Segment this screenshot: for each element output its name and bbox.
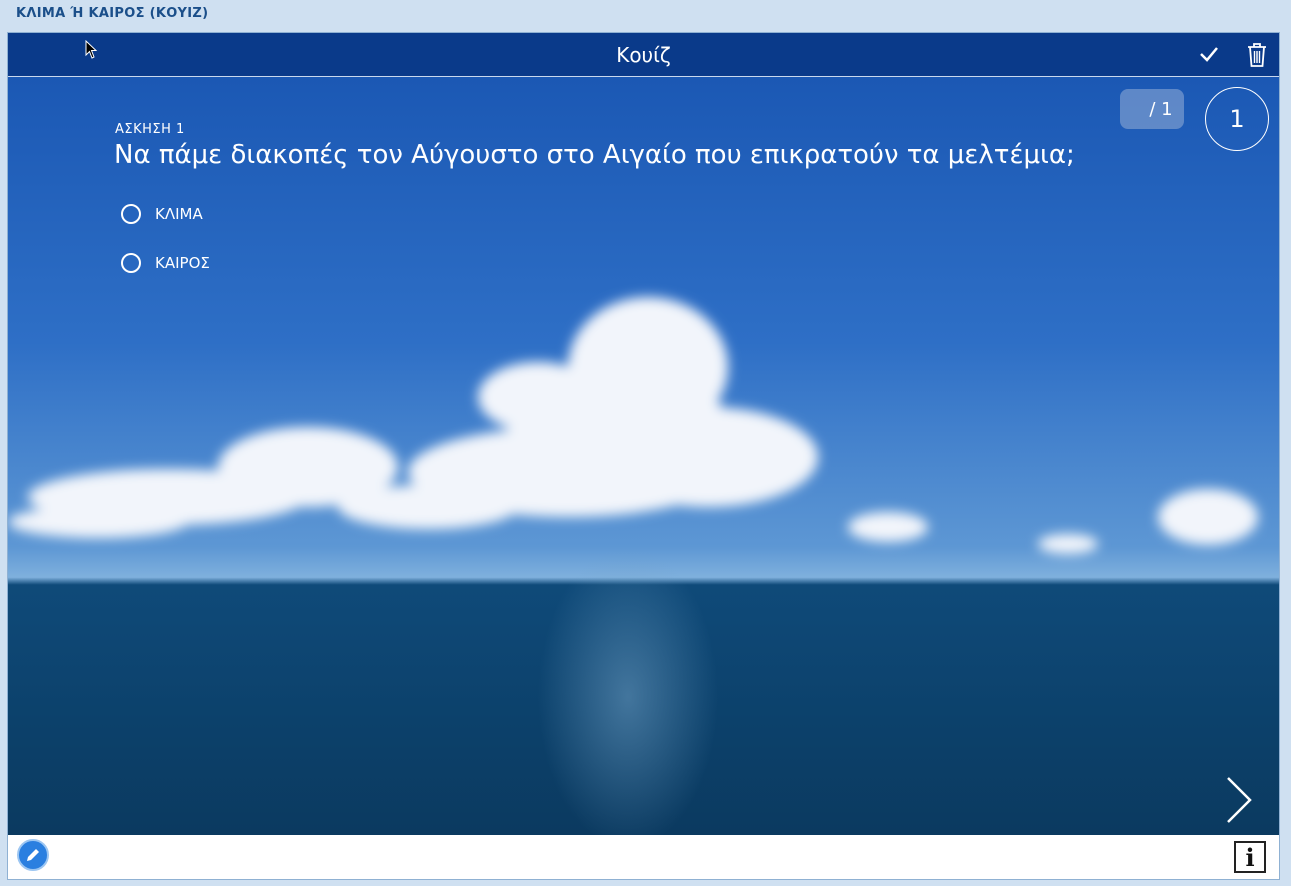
info-button[interactable]: i — [1234, 841, 1266, 873]
trash-icon — [1248, 43, 1266, 67]
quiz-stage: ΑΣΚΗΣΗ 1 Να πάμε διακοπές τον Αύγουστο σ… — [8, 77, 1279, 835]
window-title: ΚΛΙΜΑ Ή ΚΑΙΡΟΣ (ΚΟΥΙΖ) — [16, 6, 209, 21]
sky-sea-background — [8, 297, 1258, 835]
counter-text: / 1 — [1149, 98, 1173, 120]
radio-button[interactable] — [121, 204, 141, 224]
info-icon: i — [1245, 842, 1255, 872]
header-title: Κουίζ — [616, 43, 671, 67]
radio-button[interactable] — [121, 253, 141, 273]
mouse-cursor-icon — [85, 40, 98, 59]
check-button[interactable] — [1196, 41, 1222, 67]
quiz-frame: Κουίζ ΑΣΚΗΣΗ 1 Να πάμε διακοπές τον Αύγο… — [7, 32, 1280, 880]
check-icon — [1200, 47, 1218, 62]
quiz-footer: i — [8, 835, 1279, 879]
timer-value: 1 — [1229, 105, 1245, 133]
option-kairos[interactable]: ΚΑΙΡΟΣ — [121, 253, 210, 273]
pencil-icon — [27, 849, 39, 861]
option-label: ΚΛΙΜΑ — [155, 205, 203, 223]
timer-circle: 1 — [1205, 87, 1269, 151]
edit-button[interactable] — [17, 839, 49, 871]
option-klima[interactable]: ΚΛΙΜΑ — [121, 204, 203, 224]
question-counter: / 1 — [1120, 89, 1184, 129]
delete-button[interactable] — [1244, 41, 1270, 67]
next-button[interactable] — [1222, 775, 1256, 825]
option-label: ΚΑΙΡΟΣ — [155, 254, 210, 272]
question-number: ΑΣΚΗΣΗ 1 — [115, 122, 185, 137]
quiz-header: Κουίζ — [8, 33, 1279, 77]
chevron-right-icon — [1227, 777, 1252, 823]
question-text: Να πάμε διακοπές τον Αύγουστο στο Αιγαίο… — [114, 140, 1075, 170]
